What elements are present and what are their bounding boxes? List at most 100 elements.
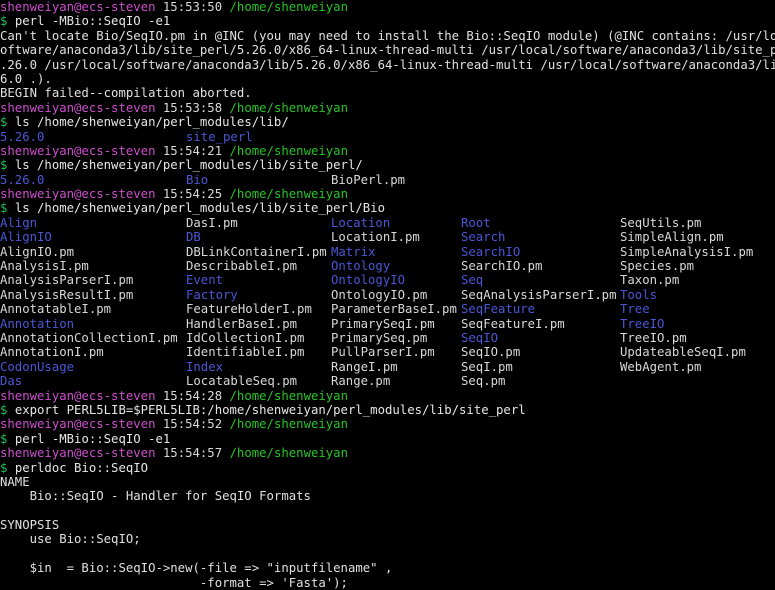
ls-entry-file[interactable]: SearchIO.pm — [461, 259, 620, 273]
output-line: $in = Bio::SeqIO->new(-file => "inputfil… — [0, 561, 393, 576]
ls-entry-directory[interactable]: Index — [186, 360, 331, 374]
output-line: NAME — [0, 474, 30, 489]
ls-row: Align DasI.pm Location Root SeqUtils.pm — [0, 216, 775, 230]
command-text: perl -MBio::SeqIO -e1 — [14, 431, 171, 446]
ls-entry-directory[interactable]: Root — [461, 216, 620, 230]
ls-entry-file[interactable]: Range.pm — [331, 374, 461, 388]
ls-entry-file[interactable]: BioPerl.pm — [331, 173, 461, 187]
command-text: export PERL5LIB=$PERL5LIB:/home/shenweiy… — [14, 402, 526, 417]
prompt-timestamp: 15:54:21 — [162, 143, 223, 158]
command-text: ls /home/shenweiyan/perl_modules/lib/sit… — [14, 158, 363, 173]
ls-entry-file[interactable]: Taxon.pm — [620, 273, 770, 287]
ls-entry-directory[interactable]: Align — [0, 216, 186, 230]
command-line[interactable]: $ ls /home/shenweiyan/perl_modules/lib/ — [0, 115, 775, 129]
prompt-line: shenweiyan@ecs-steven 15:54:57 /home/she… — [0, 446, 775, 460]
ls-entry-directory[interactable]: CodonUsage — [0, 360, 186, 374]
ls-entry-file[interactable]: LocatableSeq.pm — [186, 374, 331, 388]
ls-entry-directory[interactable]: SeqIO — [461, 331, 620, 345]
ls-entry-directory[interactable]: Tree — [620, 302, 770, 316]
prompt-user: shenweiyan@ecs-steven — [0, 0, 156, 14]
ls-entry-file[interactable]: DBLinkContainerI.pm — [186, 245, 331, 259]
ls-entry-directory[interactable]: OntologyIO — [331, 273, 461, 287]
command-line[interactable]: $ perl -MBio::SeqIO -e1 — [0, 432, 775, 446]
ls-entry-file[interactable]: SeqI.pm — [461, 360, 620, 374]
ls-entry-file[interactable]: PrimarySeqI.pm — [331, 317, 461, 331]
ls-row: Annotation HandlerBaseI.pm PrimarySeqI.pm S… — [0, 317, 775, 331]
ls-entry-directory[interactable]: Seq — [461, 273, 620, 287]
ls-entry-file[interactable]: DasI.pm — [186, 216, 331, 230]
ls-entry-file[interactable]: AnnotationI.pm — [0, 345, 186, 359]
ls-entry-file[interactable]: WebAgent.pm — [620, 360, 770, 374]
command-text: perl -MBio::SeqIO -e1 — [14, 14, 171, 29]
ls-entry-file[interactable]: AnalysisI.pm — [0, 259, 186, 273]
prompt-symbol: $ — [0, 201, 8, 216]
prompt-line: shenweiyan@ecs-steven 15:54:25 /home/she… — [0, 187, 775, 201]
ls-entry-file[interactable]: TreeIO.pm — [620, 331, 770, 345]
output-line: BEGIN failed--compilation aborted. — [0, 86, 252, 101]
ls-entry-directory[interactable]: Location — [331, 216, 461, 230]
ls-entry-file[interactable]: Seq.pm — [461, 374, 620, 388]
ls-entry-directory[interactable]: Search — [461, 230, 620, 244]
ls-entry-file[interactable]: UpdateableSeqI.pm — [620, 345, 770, 359]
prompt-user: shenweiyan@ecs-steven — [0, 417, 156, 432]
ls-entry-file[interactable]: AnalysisResultI.pm — [0, 288, 186, 302]
command-text: perldoc Bio::SeqIO — [14, 460, 149, 475]
ls-row: AnnotatableI.pm FeatureHolderI.pm Paramete… — [0, 302, 775, 316]
ls-row: AnalysisResultI.pm Factory OntologyIO.pm Se… — [0, 288, 775, 302]
output-line: -format => 'Fasta'); — [0, 575, 348, 590]
ls-entry-file[interactable]: SimpleAlign.pm — [620, 230, 770, 244]
prompt-line: shenweiyan@ecs-steven 15:54:52 /home/she… — [0, 417, 775, 431]
ls-entry-file[interactable]: AnalysisParserI.pm — [0, 273, 186, 287]
prompt-symbol: $ — [0, 158, 8, 173]
ls-entry-file[interactable]: DescribableI.pm — [186, 259, 331, 273]
ls-entry-directory[interactable]: Factory — [186, 288, 331, 302]
ls-entry-directory[interactable]: 5.26.0 — [0, 130, 186, 144]
ls-entry-file[interactable]: SeqFeatureI.pm — [461, 317, 620, 331]
ls-entry-directory[interactable]: TreeIO — [620, 317, 770, 331]
command-line[interactable]: $ export PERL5LIB=$PERL5LIB:/home/shenwe… — [0, 403, 775, 417]
ls-entry-directory[interactable]: Das — [0, 374, 186, 388]
command-line[interactable]: $ ls /home/shenweiyan/perl_modules/lib/s… — [0, 158, 775, 172]
ls-entry-directory[interactable]: Event — [186, 273, 331, 287]
ls-entry-directory[interactable]: Ontology — [331, 259, 461, 273]
ls-entry-file[interactable]: AlignIO.pm — [0, 245, 186, 259]
ls-entry-file[interactable]: FeatureHolderI.pm — [186, 302, 331, 316]
ls-entry-file[interactable]: AnnotatableI.pm — [0, 302, 186, 316]
ls-entry-file[interactable]: IdCollectionI.pm — [186, 331, 331, 345]
prompt-cwd: /home/shenweiyan — [229, 143, 348, 158]
ls-entry-file[interactable]: LocationI.pm — [331, 230, 461, 244]
ls-entry-file[interactable]: RangeI.pm — [331, 360, 461, 374]
ls-row: Das LocatableSeq.pm Range.pm Seq.pm — [0, 374, 775, 388]
ls-entry-directory[interactable]: site_perl — [186, 130, 331, 144]
ls-row: AnnotationCollectionI.pm IdCollectionI.pm… — [0, 331, 775, 345]
ls-entry-directory[interactable]: Tools — [620, 288, 770, 302]
prompt-line: shenweiyan@ecs-steven 15:53:58 /home/she… — [0, 101, 775, 115]
prompt-cwd: /home/shenweiyan — [229, 100, 348, 115]
ls-entry-file[interactable]: ParameterBaseI.pm — [331, 302, 461, 316]
output-line: Bio::SeqIO - Handler for SeqIO Formats — [0, 489, 311, 504]
ls-entry-file[interactable]: SeqIO.pm — [461, 345, 620, 359]
ls-entry-file[interactable]: OntologyIO.pm — [331, 288, 461, 302]
ls-entry-file[interactable]: PrimarySeq.pm — [331, 331, 461, 345]
ls-entry-directory[interactable]: SeqFeature — [461, 302, 620, 316]
ls-entry-file[interactable]: SeqUtils.pm — [620, 216, 770, 230]
ls-entry-file[interactable]: AnnotationCollectionI.pm — [0, 331, 186, 345]
ls-entry-directory[interactable]: Matrix — [331, 245, 461, 259]
terminal-window[interactable]: shenweiyan@ecs-steven 15:53:50 /home/she… — [0, 0, 775, 590]
ls-row: 5.26.0 site_perl — [0, 130, 775, 144]
ls-entry-directory[interactable]: SearchIO — [461, 245, 620, 259]
ls-entry-file[interactable]: SimpleAnalysisI.pm — [620, 245, 770, 259]
ls-entry-file[interactable]: HandlerBaseI.pm — [186, 317, 331, 331]
ls-entry-directory[interactable]: 5.26.0 — [0, 173, 186, 187]
ls-entry-directory[interactable]: Bio — [186, 173, 331, 187]
ls-entry-directory[interactable]: DB — [186, 230, 331, 244]
command-line[interactable]: $ ls /home/shenweiyan/perl_modules/lib/s… — [0, 201, 775, 215]
command-line[interactable]: $ perl -MBio::SeqIO -e1 — [0, 14, 775, 28]
ls-entry-directory[interactable]: Annotation — [0, 317, 186, 331]
ls-entry-file[interactable]: IdentifiableI.pm — [186, 345, 331, 359]
ls-entry-file[interactable]: PullParserI.pm — [331, 345, 461, 359]
ls-entry-file[interactable]: Species.pm — [620, 259, 770, 273]
command-line[interactable]: $ perldoc Bio::SeqIO — [0, 461, 775, 475]
ls-entry-file[interactable]: SeqAnalysisParserI.pm — [461, 288, 620, 302]
ls-entry-directory[interactable]: AlignIO — [0, 230, 186, 244]
